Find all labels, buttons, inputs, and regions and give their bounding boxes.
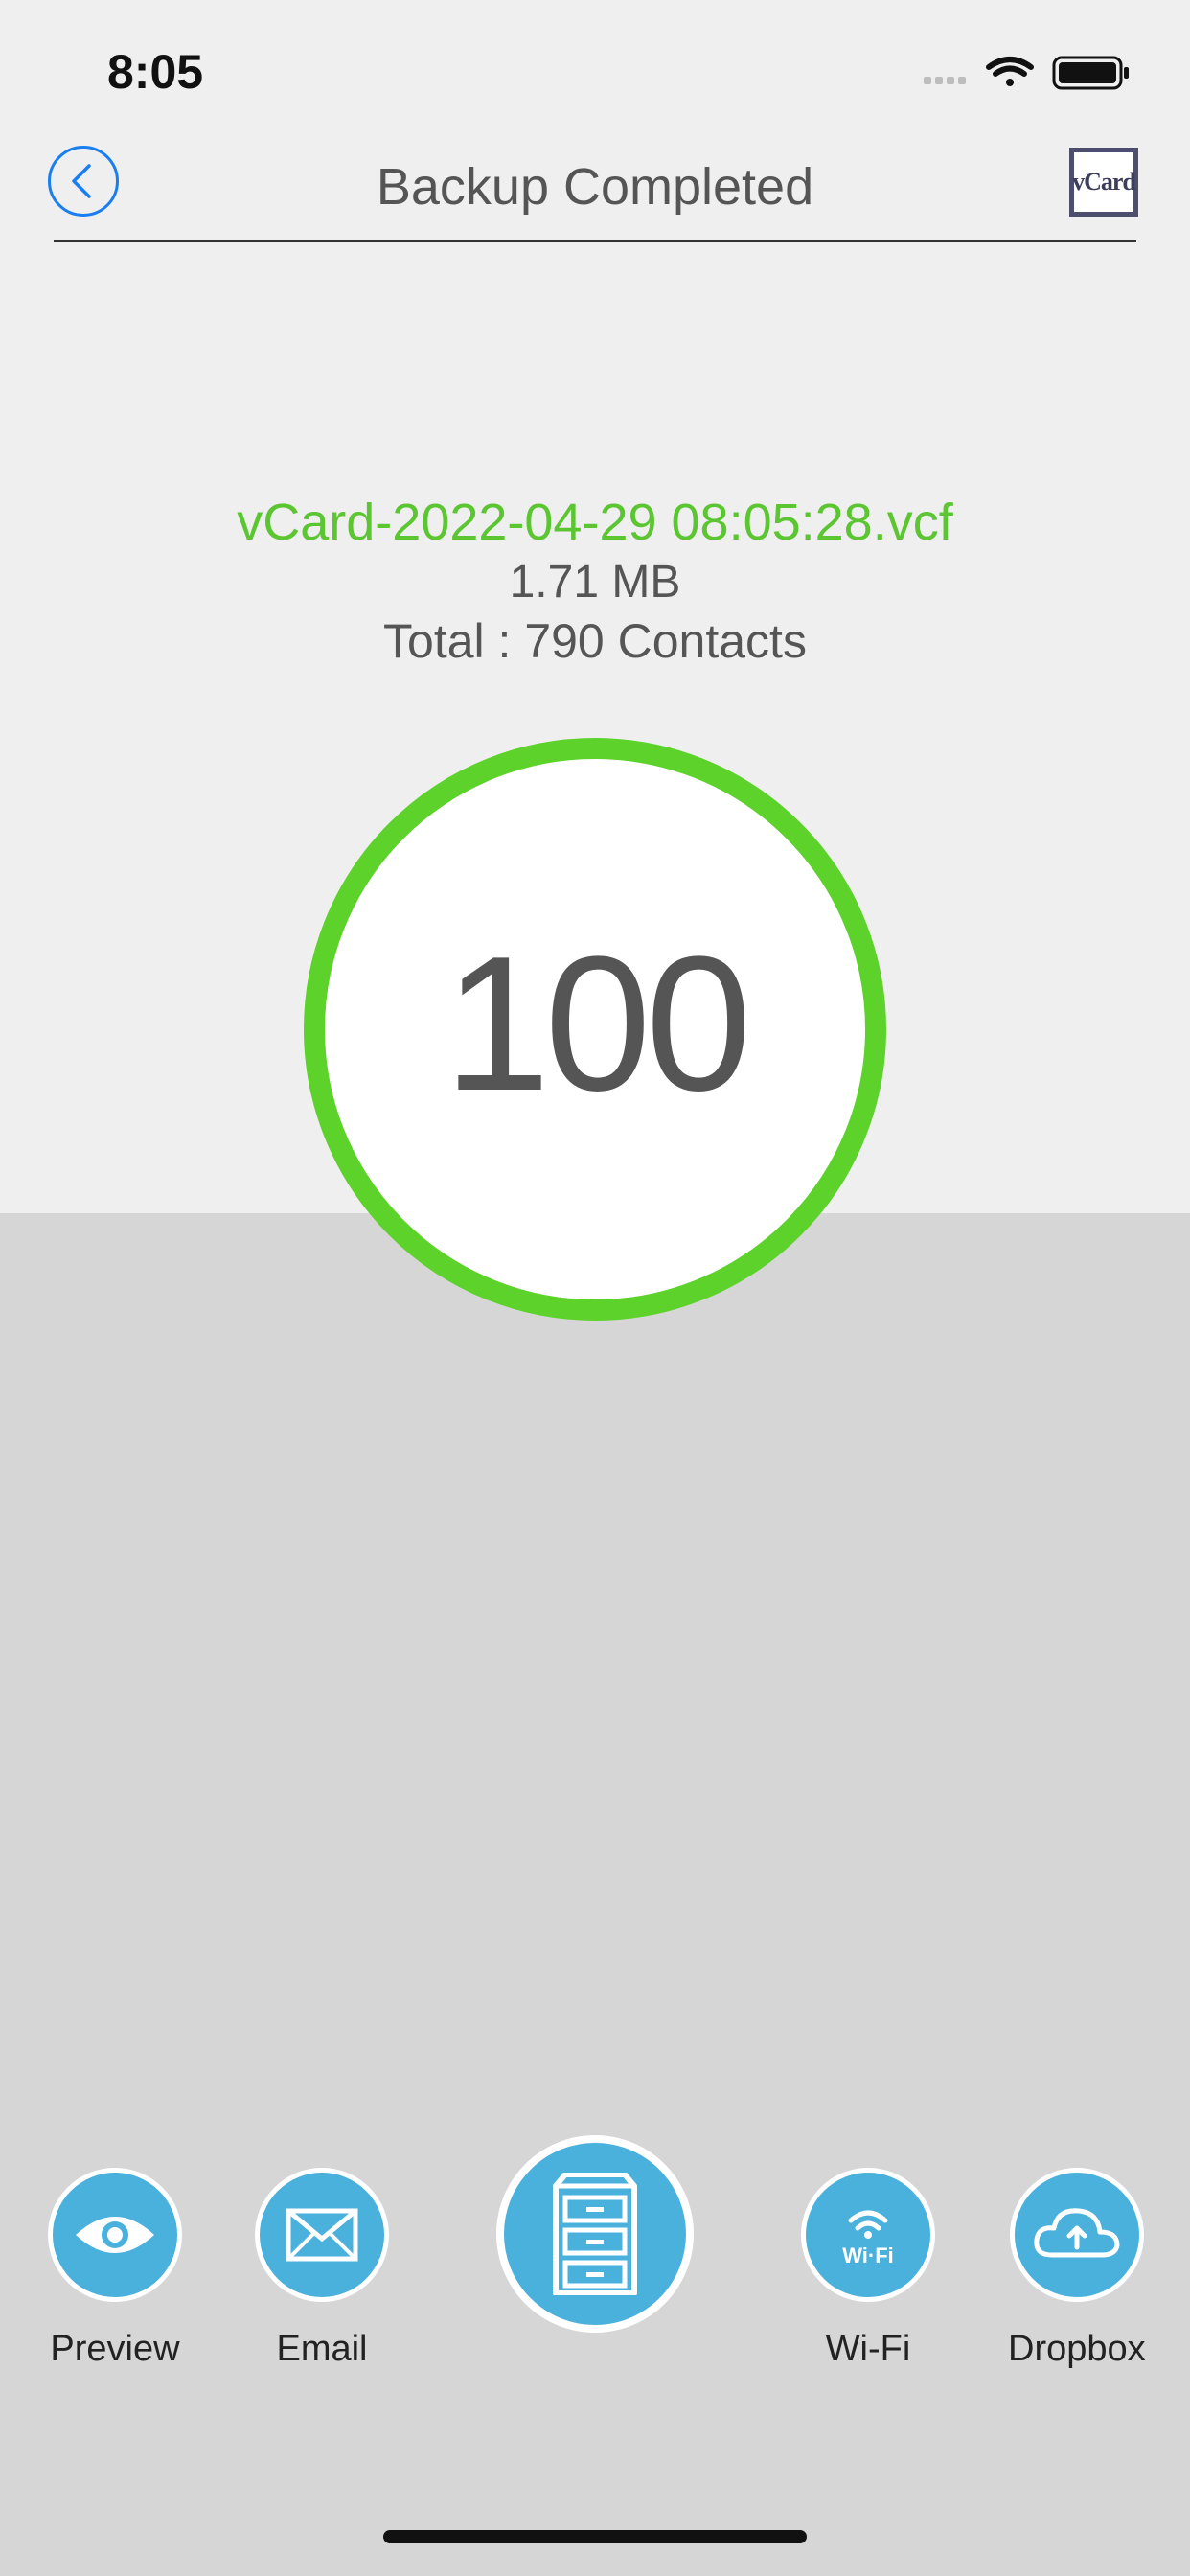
home-indicator (383, 2530, 807, 2543)
progress-value: 100 (444, 917, 752, 1131)
eye-icon (76, 2217, 154, 2253)
total-contacts: Total : 790 Contacts (383, 614, 807, 668)
email-label: Email (276, 2329, 368, 2369)
wifi-transfer-icon: Wi·Fi (842, 2210, 894, 2267)
status-time: 8:05 (107, 45, 204, 99)
wifi-icon (986, 57, 1034, 86)
bottom-background (0, 1213, 1190, 2576)
vcard-button[interactable]: vCard (1069, 148, 1138, 217)
backup-file-size: 1.71 MB (509, 557, 681, 608)
wifi-label: Wi-Fi (825, 2329, 911, 2369)
status-icons (924, 56, 1129, 90)
dropbox-button[interactable] (1009, 2168, 1144, 2302)
wifi-button[interactable]: Wi·Fi (801, 2168, 935, 2302)
battery-icon (1052, 56, 1129, 90)
progress-circle: 100 (304, 738, 886, 1321)
file-cabinet-icon (553, 2173, 637, 2295)
page-title: Backup Completed (376, 158, 814, 216)
dropbox-label: Dropbox (1008, 2329, 1146, 2369)
dropbox-action[interactable]: Dropbox (1008, 2168, 1146, 2370)
wifi-action[interactable]: Wi·Fi Wi-Fi (801, 2168, 935, 2370)
preview-action[interactable]: Preview (48, 2168, 182, 2370)
preview-button[interactable] (48, 2168, 182, 2302)
nav-divider (54, 240, 1136, 242)
cellular-signal-icon (924, 77, 966, 84)
backups-button[interactable] (496, 2135, 694, 2333)
envelope-icon (286, 2208, 358, 2262)
preview-label: Preview (50, 2329, 180, 2369)
email-action[interactable]: Email (255, 2168, 389, 2370)
email-button[interactable] (255, 2168, 389, 2302)
cloud-upload-icon (1034, 2208, 1120, 2258)
wifi-badge-text: Wi·Fi (842, 2243, 894, 2267)
backup-file-name: vCard-2022-04-29 08:05:28.vcf (237, 494, 953, 551)
